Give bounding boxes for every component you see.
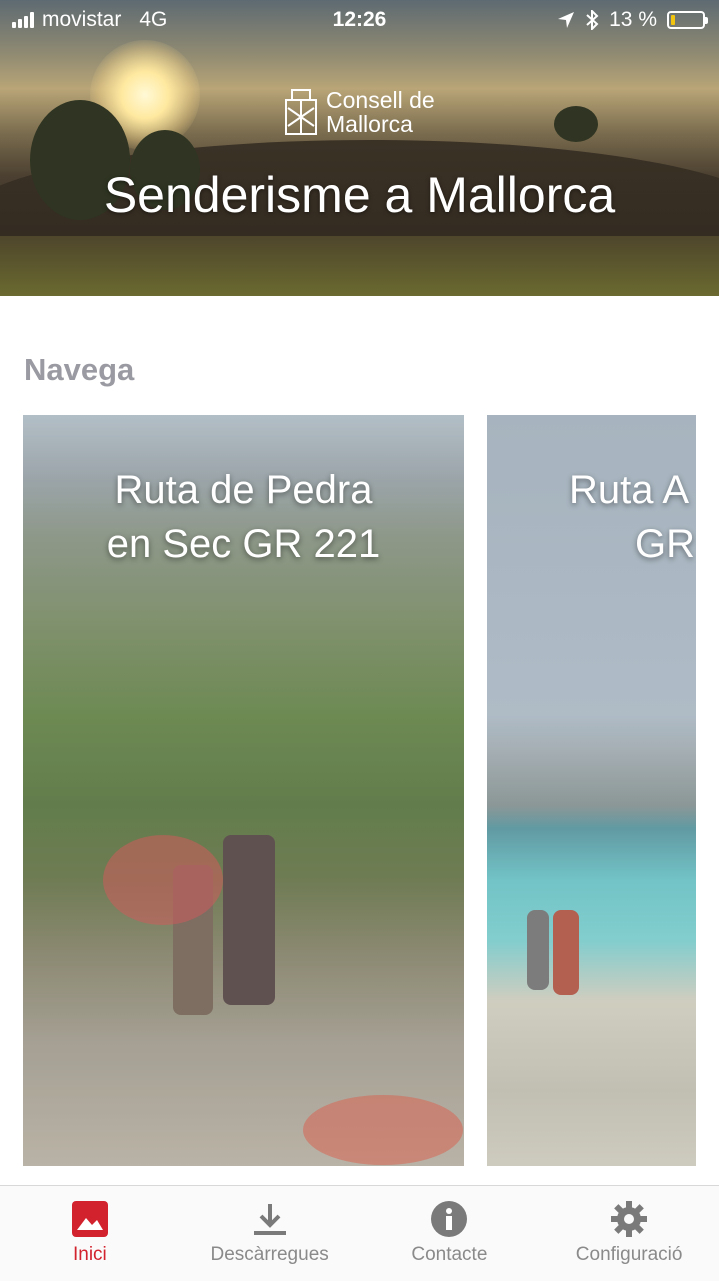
- logo-line-2: Mallorca: [326, 111, 413, 137]
- tab-label: Inici: [72, 1244, 107, 1265]
- grass-foreground: [0, 236, 719, 296]
- card-title: Ruta de Pedra en Sec GR 221: [23, 463, 464, 571]
- gear-icon: [610, 1200, 648, 1238]
- bluetooth-icon: [586, 10, 599, 30]
- card-title-line-1: Ruta A: [569, 468, 690, 512]
- tab-label: Contacte: [411, 1244, 488, 1265]
- tab-descarregues[interactable]: Descàrregues: [180, 1186, 360, 1281]
- tab-label: Configuració: [575, 1244, 683, 1265]
- tab-configuracio[interactable]: Configuració: [539, 1186, 719, 1281]
- battery-percent: 13 %: [609, 8, 657, 31]
- card-title-line-2: GR: [635, 522, 695, 566]
- tab-bar: Inici Descàrregues Contacte Configuració: [0, 1185, 719, 1281]
- location-arrow-icon: [558, 12, 575, 28]
- battery-icon: [667, 11, 708, 29]
- tab-label: Descàrregues: [210, 1244, 329, 1265]
- card-title: Ruta A GR: [547, 463, 696, 571]
- tree-right: [554, 106, 598, 142]
- header-banner: movistar 4G 12:26 13 % Consell de Mallor…: [0, 0, 719, 296]
- logo-line-1: Consell de: [326, 87, 435, 113]
- download-icon: [251, 1200, 289, 1238]
- tab-inici[interactable]: Inici: [0, 1186, 180, 1281]
- info-icon: [430, 1200, 468, 1238]
- coat-of-arms-icon: [285, 89, 317, 135]
- status-bar: movistar 4G 12:26 13 %: [0, 0, 719, 40]
- image-icon: [71, 1200, 109, 1238]
- tab-contacte[interactable]: Contacte: [360, 1186, 540, 1281]
- section-title: Navega: [24, 352, 135, 387]
- card-title-line-1: Ruta de Pedra: [114, 468, 373, 512]
- card-title-line-2: en Sec GR 221: [106, 522, 381, 566]
- route-card-gr221[interactable]: Ruta de Pedra en Sec GR 221: [23, 415, 464, 1166]
- route-card-second[interactable]: Ruta A GR: [487, 415, 696, 1166]
- page-title: Senderisme a Mallorca: [103, 167, 616, 223]
- consell-logo: Consell de Mallorca: [284, 86, 435, 138]
